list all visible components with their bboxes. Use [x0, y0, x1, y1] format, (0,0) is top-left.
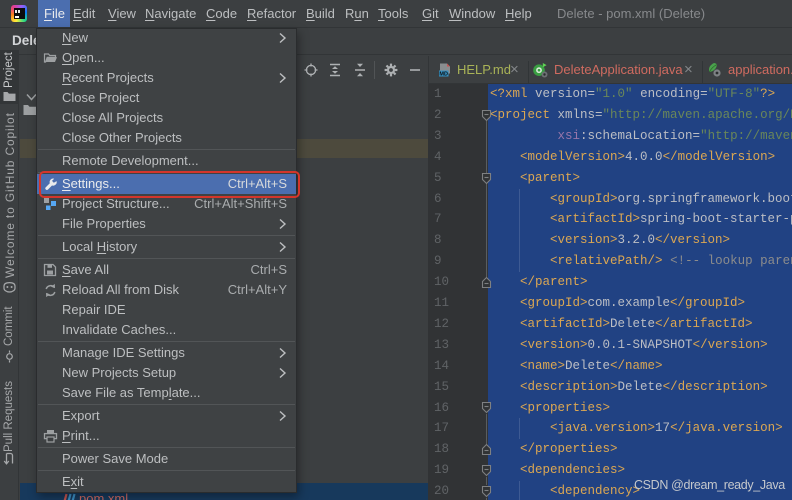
svg-text:MD: MD: [439, 71, 448, 77]
